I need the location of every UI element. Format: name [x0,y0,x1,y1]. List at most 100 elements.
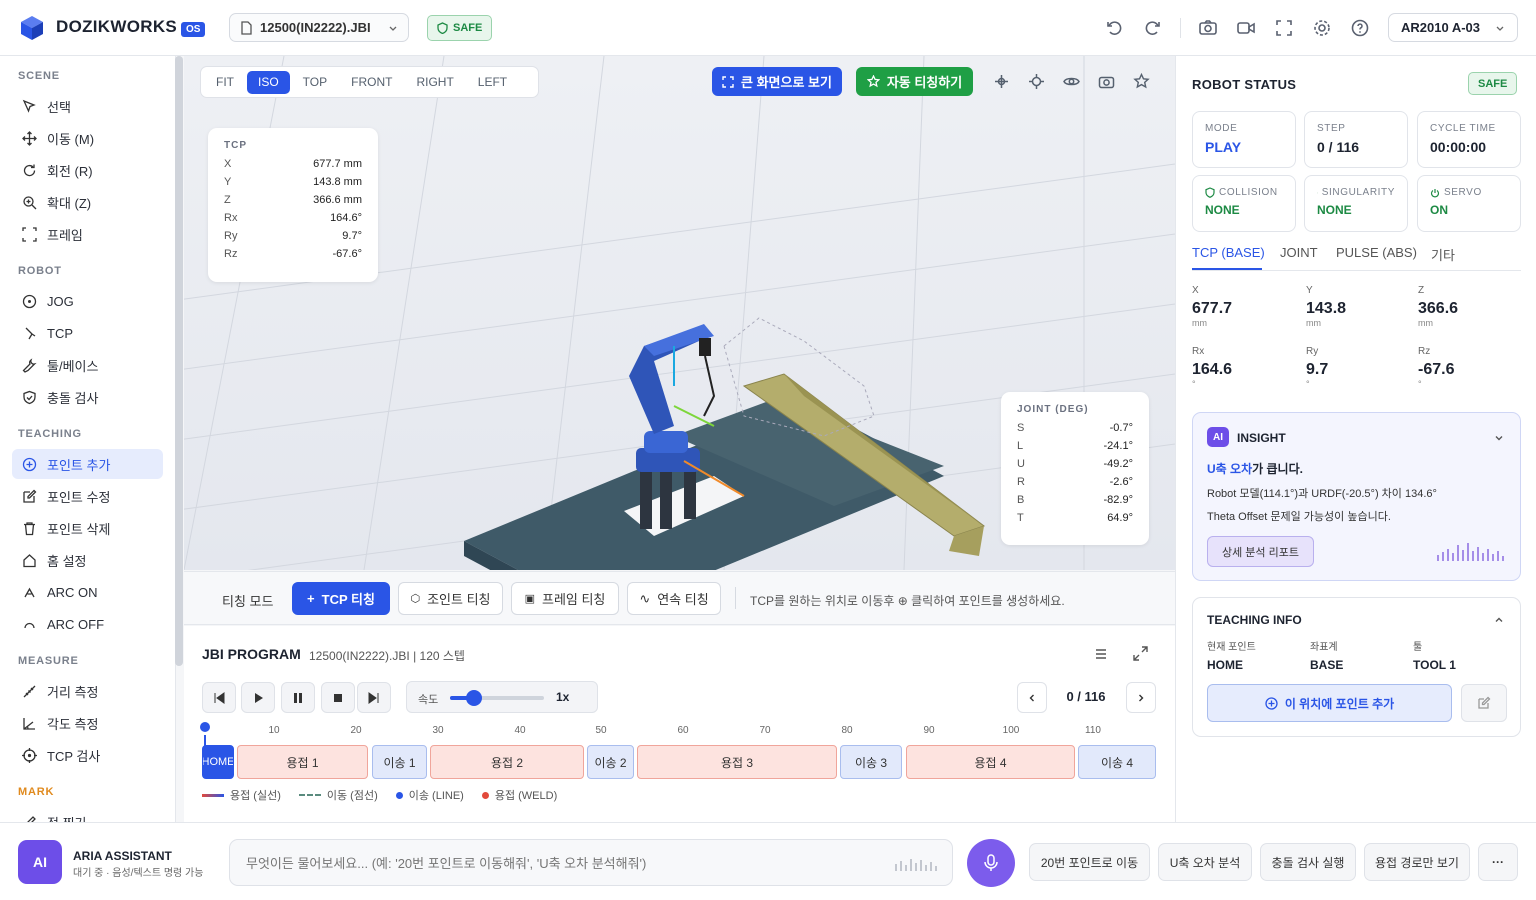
speed-slider-thumb[interactable] [465,690,482,706]
view-left[interactable]: LEFT [467,71,518,94]
expand-icon[interactable] [1133,646,1148,661]
chevron-up-icon[interactable] [1494,615,1504,625]
timeline-segment-move[interactable]: 이송 4 [1078,745,1156,779]
timeline-tick: 10 [268,725,280,736]
sidebar-item-tcp[interactable]: TCP [12,318,163,348]
view-front[interactable]: FRONT [340,71,403,94]
view-fit[interactable]: FIT [205,71,245,94]
sidebar-item-arc-on[interactable]: ARC ON [12,577,163,607]
joint-teach-button[interactable]: ⬡ 조인트 티칭 [398,582,503,615]
sidebar-item-edit-point[interactable]: 포인트 수정 [12,481,163,511]
gear-icon[interactable] [1312,18,1332,38]
view-iso[interactable]: ISO [247,70,290,94]
edit-point-button[interactable] [1461,684,1507,722]
chevron-down-icon[interactable] [1494,433,1504,443]
sidebar-item-tcp-check[interactable]: TCP 검사 [12,740,163,770]
sidebar-item-label: 프레임 [47,227,83,243]
assistant-name: ARIA ASSISTANT [73,849,172,863]
section-title-robot: ROBOT [18,265,62,277]
timeline-segment-weld[interactable]: 용접 2 [430,745,584,779]
view-top[interactable]: TOP [292,71,338,94]
sidebar-item-frame[interactable]: 프레임 [12,219,163,249]
tcp-teach-button[interactable]: + TCP 티칭 [292,582,390,615]
undo-icon[interactable] [1104,18,1124,38]
timeline-segment-home[interactable]: HOME [202,745,234,779]
top-bar: DOZIKWORKS OS 12500(IN2222).JBI SAFE AR2… [0,0,1536,56]
pause-button[interactable] [281,682,315,713]
camera-icon[interactable] [1198,18,1218,38]
redo-icon[interactable] [1143,18,1163,38]
next-step-button[interactable] [1126,682,1156,713]
list-icon[interactable] [1094,647,1108,661]
quick-action-collision[interactable]: 충돌 검사 실행 [1260,843,1356,881]
file-selector[interactable]: 12500(IN2222).JBI [229,13,409,42]
timeline-segment-weld[interactable]: 용접 1 [237,745,368,779]
sidebar-item-zoom[interactable]: 확대 (Z) [12,187,163,217]
skip-end-button[interactable] [357,682,391,713]
play-button[interactable] [241,682,275,713]
fullscreen-view-button[interactable]: 큰 화면으로 보기 [712,67,842,96]
microphone-button[interactable] [967,839,1015,887]
sidebar-item-select[interactable]: 선택 [12,91,163,121]
eye-icon[interactable] [1063,73,1080,90]
timeline-segment-move[interactable]: 이송 1 [372,745,427,779]
prev-step-button[interactable] [1017,682,1047,713]
frame-teach-button[interactable]: ▣ 프레임 티칭 [511,582,619,615]
robot-selector[interactable]: AR2010 A-03 [1388,13,1518,42]
sidebar-item-move[interactable]: 이동 (M) [12,123,163,153]
sidebar-item-jog[interactable]: JOG [12,286,163,316]
continuous-teach-button[interactable]: ∿ 연속 티칭 [627,582,721,615]
timeline-segment-move[interactable]: 이송 3 [840,745,902,779]
shield-icon [1205,187,1215,198]
section-title-mark: MARK [18,786,55,798]
sidebar-item-rotate[interactable]: 회전 (R) [12,155,163,185]
star-icon[interactable] [1133,73,1150,90]
sidebar-item-arc-off[interactable]: ARC OFF [12,609,163,639]
assistant-input-box[interactable] [229,839,953,886]
sidebar-item-label: 확대 (Z) [47,195,92,211]
axis-icon[interactable] [993,73,1010,90]
sidebar-item-home[interactable]: 홈 설정 [12,545,163,575]
sidebar-scrollbar[interactable] [175,56,183,666]
tab-etc[interactable]: 기타 [1431,245,1455,264]
speed-slider-track[interactable] [450,690,544,706]
skip-back-icon [214,691,225,704]
video-icon[interactable] [1236,18,1256,38]
tab-tcp-base[interactable]: TCP (BASE) [1192,245,1265,260]
sidebar-item-tool-base[interactable]: 툴/베이스 [12,350,163,380]
camera-icon[interactable] [1098,73,1115,90]
tab-pulse[interactable]: PULSE (ABS) [1336,245,1417,260]
quick-action-u-axis[interactable]: U축 오차 분석 [1158,843,1252,881]
auto-teach-button[interactable]: 자동 티칭하기 [856,67,973,96]
add-point-here-button[interactable]: 이 위치에 포인트 추가 [1207,684,1452,722]
stop-button[interactable] [321,682,355,713]
insight-headline-rest: 가 큽니다. [1252,462,1303,476]
chevron-left-icon [1029,694,1034,701]
sidebar-item-delete-point[interactable]: 포인트 삭제 [12,513,163,543]
timeline-segment-weld[interactable]: 용접 4 [906,745,1075,779]
crosshair-icon[interactable] [1028,73,1045,90]
sidebar-item-mark-point[interactable]: 점 찍기 [12,807,163,822]
expand-icon [722,75,734,88]
help-icon[interactable] [1350,18,1370,38]
sidebar-item-add-point[interactable]: 포인트 추가 [12,449,163,479]
sidebar-item-distance[interactable]: 거리 측정 [12,676,163,706]
voice-level-icon [895,859,937,871]
detail-report-button[interactable]: 상세 분석 리포트 [1207,536,1314,567]
quick-action-weld-path[interactable]: 용접 경로만 보기 [1364,843,1470,881]
trash-icon [24,521,35,535]
sidebar-item-collision[interactable]: 충돌 검사 [12,382,163,412]
sidebar-item-angle[interactable]: 각도 측정 [12,708,163,738]
3d-viewport[interactable]: TCP X 677.7 mm Y 143.8 mm Z 366.6 mm Rx 164.… [184,56,1175,570]
quick-action-goto-point[interactable]: 20번 포인트로 이동 [1029,843,1150,881]
sidebar-item-label: 회전 (R) [47,163,93,179]
timeline-segment-move[interactable]: 이송 2 [587,745,634,779]
skip-start-button[interactable] [202,682,236,713]
assistant-input[interactable] [246,852,886,874]
fullscreen-icon[interactable] [1274,18,1294,38]
tab-joint[interactable]: JOINT [1280,245,1318,260]
more-actions-button[interactable]: ··· [1478,843,1518,881]
timeline-segment-weld[interactable]: 용접 3 [637,745,837,779]
playhead-handle[interactable] [200,722,210,732]
view-right[interactable]: RIGHT [405,71,464,94]
